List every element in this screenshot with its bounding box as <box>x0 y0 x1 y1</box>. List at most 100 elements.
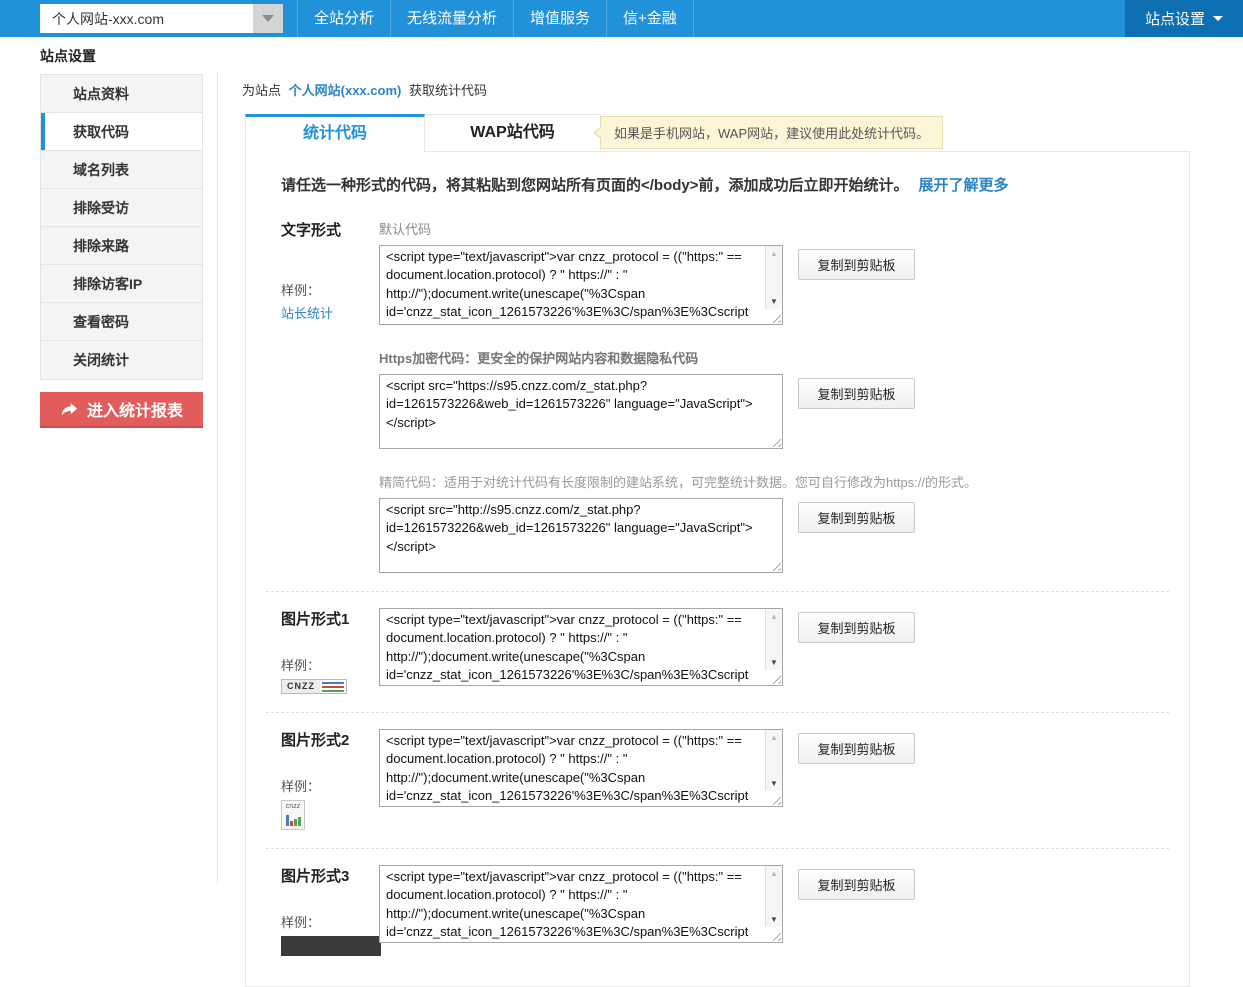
site-selector-dropdown[interactable]: 个人网站-xxx.com <box>40 4 283 33</box>
cnzz-chart-badge: cnzz <box>281 800 305 830</box>
image-form-3-label-col: 图片形式3 样例： <box>281 865 379 956</box>
main-content: 为站点 个人网站(xxx.com) 获取统计代码 统计代码 WAP站代码 如果是… <box>240 80 1205 987</box>
nav-site-settings-label: 站点设置 <box>1145 8 1205 29</box>
code-textarea-image3[interactable]: <script type="text/javascript">var cnzz_… <box>379 865 783 943</box>
copy-button-image3[interactable]: 复制到剪贴板 <box>798 869 915 900</box>
default-code-block: 默认代码 <script type="text/javascript">var … <box>379 219 977 325</box>
scroll-up-icon[interactable]: ▲ <box>770 869 778 878</box>
nav-menu: 全站分析 无线流量分析 增值服务 信+金融 <box>297 0 694 37</box>
default-code-box: <script type="text/javascript">var cnzz_… <box>379 245 783 325</box>
tooltip-arrow-icon <box>595 127 603 139</box>
cnzz-banner-badge: CNZZ <box>281 679 347 694</box>
instruction-text: 请任选一种形式的代码，将其粘贴到您网站所有页面的</body>前，添加成功后立即… <box>281 174 1169 195</box>
sidebar-item-view-password[interactable]: 查看密码 <box>41 303 202 341</box>
nav-item-value-added-services[interactable]: 增值服务 <box>513 0 606 37</box>
scroll-down-icon[interactable]: ▼ <box>770 779 778 788</box>
code-textarea-lite[interactable]: <script src="http://s95.cnzz.com/z_stat.… <box>379 498 783 573</box>
image3-code-box: <script type="text/javascript">var cnzz_… <box>379 865 783 943</box>
scroll-up-icon[interactable]: ▲ <box>770 733 778 742</box>
sample-label: 样例： <box>281 280 379 299</box>
sidebar-item-domain-list[interactable]: 域名列表 <box>41 151 202 189</box>
sidebar-menu: 站点资料 获取代码 域名列表 排除受访 排除来路 排除访客IP 查看密码 关闭统… <box>40 74 203 380</box>
image-form-2-label-col: 图片形式2 样例： cnzz <box>281 729 379 830</box>
expand-more-link[interactable]: 展开了解更多 <box>919 177 1009 194</box>
section-divider <box>266 712 1169 713</box>
intro-prefix: 为站点 <box>242 83 281 98</box>
https-code-block: Https加密代码：更安全的保护网站内容和数据隐私代码 <script src=… <box>379 348 977 449</box>
code-textarea-https[interactable]: <script src="https://s95.cnzz.com/z_stat… <box>379 374 783 449</box>
text-form-title: 文字形式 <box>281 219 379 240</box>
lite-code-block: 精简代码：适用于对统计代码有长度限制的建站系统，可完整统计数据。您可自行修改为h… <box>379 472 977 573</box>
sidebar-item-close-stats[interactable]: 关闭统计 <box>41 341 202 379</box>
tab-stat-code[interactable]: 统计代码 <box>245 114 425 152</box>
copy-button-https[interactable]: 复制到剪贴板 <box>798 378 915 409</box>
lite-code-box: <script src="http://s95.cnzz.com/z_stat.… <box>379 498 783 573</box>
nav-item-full-site-analysis[interactable]: 全站分析 <box>297 0 390 37</box>
chevron-down-icon <box>262 15 274 22</box>
sidebar-item-exclude-visited[interactable]: 排除受访 <box>41 189 202 227</box>
code-panel: 请任选一种形式的代码，将其粘贴到您网站所有页面的</body>前，添加成功后立即… <box>245 151 1190 987</box>
section-divider <box>266 848 1169 849</box>
site-link[interactable]: 个人网站(xxx.com) <box>289 83 402 98</box>
sidebar: 站点设置 站点资料 获取代码 域名列表 排除受访 排除来路 排除访客IP 查看密… <box>40 46 203 428</box>
sidebar-title: 站点设置 <box>40 46 203 66</box>
section-divider <box>266 591 1169 592</box>
image-form-3-title: 图片形式3 <box>281 865 379 886</box>
sidebar-item-exclude-visitor-ip[interactable]: 排除访客IP <box>41 265 202 303</box>
image1-code-box: <script type="text/javascript">var cnzz_… <box>379 608 783 686</box>
https-code-box: <script src="https://s95.cnzz.com/z_stat… <box>379 374 783 449</box>
breadcrumb: 为站点 个人网站(xxx.com) 获取统计代码 <box>242 80 1205 100</box>
https-code-label: Https加密代码：更安全的保护网站内容和数据隐私代码 <box>379 348 977 367</box>
code-textarea-image2[interactable]: <script type="text/javascript">var cnzz_… <box>379 729 783 807</box>
curved-arrow-icon <box>60 402 78 417</box>
cnzz-badge-text: CNZZ <box>282 680 320 693</box>
scroll-down-icon[interactable]: ▼ <box>770 658 778 667</box>
nav-item-xin-finance[interactable]: 信+金融 <box>606 0 694 37</box>
copy-button-lite[interactable]: 复制到剪贴板 <box>798 502 915 533</box>
section-image-form-3: 图片形式3 样例： <script type="text/javascript"… <box>281 865 1169 956</box>
nav-item-site-settings[interactable]: 站点设置 <box>1125 0 1243 37</box>
section-text-form: 文字形式 样例： 站长统计 默认代码 <script type="text/ja… <box>281 219 1169 573</box>
sidebar-item-site-info[interactable]: 站点资料 <box>41 75 202 113</box>
webmaster-stats-link[interactable]: 站长统计 <box>281 303 379 322</box>
scrollbar[interactable]: ▲▼ <box>765 609 782 670</box>
image-form-1-title: 图片形式1 <box>281 608 379 629</box>
section-image-form-2: 图片形式2 样例： cnzz <script type="text/javasc… <box>281 729 1169 830</box>
enter-report-label: 进入统计报表 <box>87 397 183 421</box>
scroll-down-icon[interactable]: ▼ <box>770 297 778 306</box>
copy-button-image1[interactable]: 复制到剪贴板 <box>798 612 915 643</box>
sidebar-item-get-code[interactable]: 获取代码 <box>41 113 202 151</box>
nav-item-wireless-traffic-analysis[interactable]: 无线流量分析 <box>390 0 513 37</box>
cnzz-dark-badge <box>281 936 381 956</box>
text-form-blocks: 默认代码 <script type="text/javascript">var … <box>379 219 977 573</box>
scroll-up-icon[interactable]: ▲ <box>770 249 778 258</box>
scroll-up-icon[interactable]: ▲ <box>770 612 778 621</box>
sidebar-item-exclude-referrer[interactable]: 排除来路 <box>41 227 202 265</box>
site-selector-value: 个人网站-xxx.com <box>40 9 253 29</box>
section-image-form-1: 图片形式1 样例： CNZZ <script type="text/javasc… <box>281 608 1169 694</box>
cnzz-badge-stripes-icon <box>320 682 346 692</box>
code-textarea-image1[interactable]: <script type="text/javascript">var cnzz_… <box>379 608 783 686</box>
enter-report-button[interactable]: 进入统计报表 <box>40 392 203 428</box>
vertical-divider <box>217 72 218 884</box>
instruction-label: 请任选一种形式的代码，将其粘贴到您网站所有页面的</body>前，添加成功后立即… <box>281 177 909 194</box>
scrollbar[interactable]: ▲▼ <box>765 730 782 791</box>
mini-bar-chart-icon <box>286 813 301 826</box>
image-form-1-label-col: 图片形式1 样例： CNZZ <box>281 608 379 694</box>
cnzz-badge-text: cnzz <box>286 803 300 811</box>
code-textarea-default[interactable]: <script type="text/javascript">var cnzz_… <box>379 245 783 325</box>
copy-button-image2[interactable]: 复制到剪贴板 <box>798 733 915 764</box>
image2-code-box: <script type="text/javascript">var cnzz_… <box>379 729 783 807</box>
chevron-down-icon <box>1213 16 1223 21</box>
lite-code-label: 精简代码：适用于对统计代码有长度限制的建站系统，可完整统计数据。您可自行修改为h… <box>379 472 977 491</box>
wap-tooltip: 如果是手机网站，WAP网站，建议使用此处统计代码。 <box>600 116 943 149</box>
tab-wap-code[interactable]: WAP站代码 <box>425 114 601 151</box>
scrollbar[interactable]: ▲▼ <box>765 866 782 927</box>
dropdown-arrow-icon[interactable] <box>253 4 283 33</box>
copy-button-default[interactable]: 复制到剪贴板 <box>798 249 915 280</box>
scrollbar[interactable]: ▲▼ <box>765 246 782 309</box>
wap-tooltip-text: 如果是手机网站，WAP网站，建议使用此处统计代码。 <box>614 123 929 142</box>
scroll-down-icon[interactable]: ▼ <box>770 915 778 924</box>
intro-suffix: 获取统计代码 <box>409 83 487 98</box>
top-navbar: 个人网站-xxx.com 全站分析 无线流量分析 增值服务 信+金融 站点设置 <box>0 0 1243 37</box>
